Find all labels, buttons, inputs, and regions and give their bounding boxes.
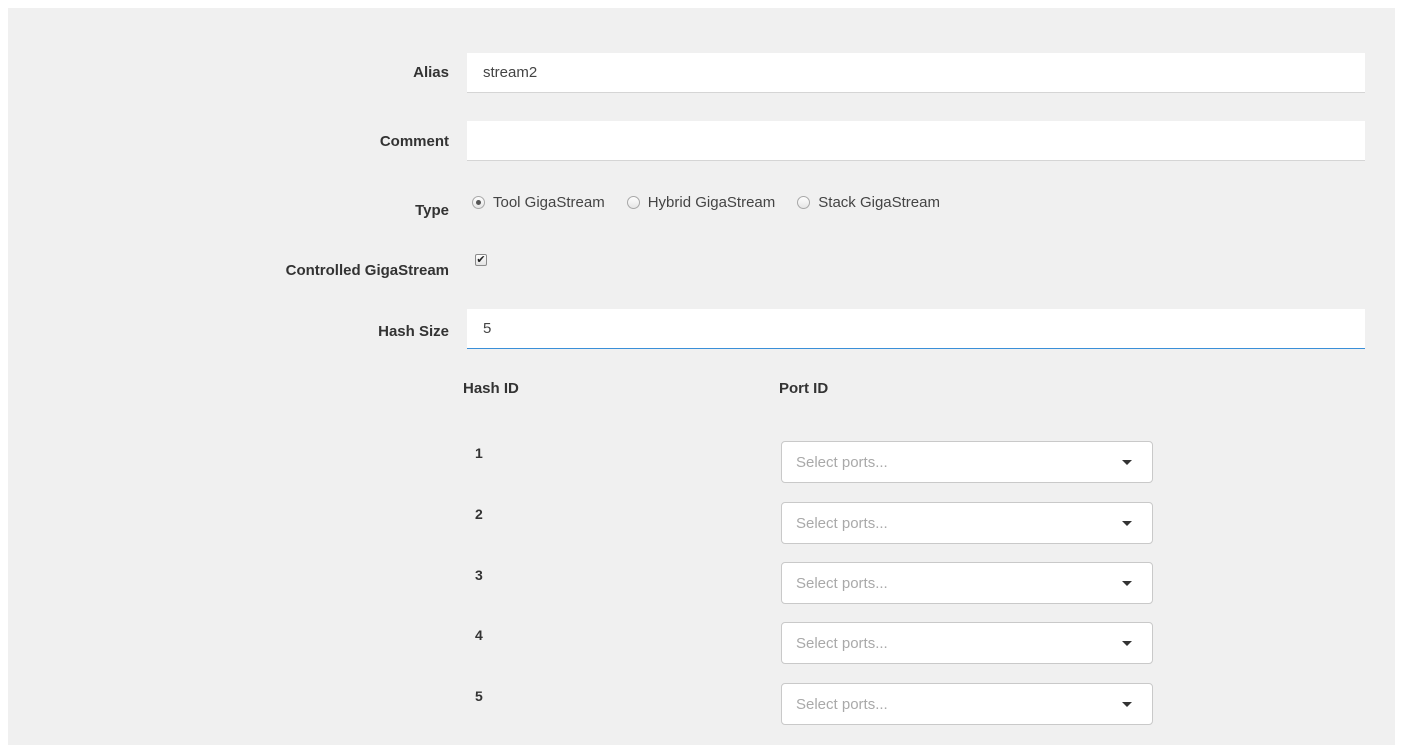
type-option-label: Hybrid GigaStream — [647, 194, 776, 211]
port-select-2[interactable]: Select ports... — [781, 502, 1153, 544]
hash-id-header: Hash ID — [463, 380, 519, 397]
radio-checked-icon[interactable] — [472, 196, 485, 209]
alias-input[interactable] — [467, 53, 1365, 93]
hash-size-input[interactable] — [467, 309, 1365, 349]
select-placeholder: Select ports... — [796, 635, 888, 652]
controlled-gigastream-checkbox[interactable]: ✔ — [475, 254, 487, 266]
type-radio-group: Tool GigaStream Hybrid GigaStream Stack … — [472, 194, 962, 211]
checkmark-icon: ✔ — [476, 254, 486, 266]
type-option-hybrid[interactable]: Hybrid GigaStream — [626, 194, 776, 211]
controlled-gigastream-label: Controlled GigaStream — [285, 262, 449, 279]
hash-id-value: 1 — [475, 445, 483, 461]
port-id-header: Port ID — [779, 380, 829, 397]
port-select-5[interactable]: Select ports... — [781, 683, 1153, 725]
select-placeholder: Select ports... — [796, 454, 888, 471]
caret-down-icon — [1122, 702, 1132, 707]
form-panel — [8, 8, 1395, 745]
caret-down-icon — [1122, 641, 1132, 646]
radio-unchecked-icon[interactable] — [797, 196, 811, 209]
hash-id-value: 2 — [475, 506, 483, 522]
type-option-tool[interactable]: Tool GigaStream — [472, 194, 605, 211]
port-select-1[interactable]: Select ports... — [781, 441, 1153, 483]
hash-size-label: Hash Size — [378, 323, 449, 340]
port-select-4[interactable]: Select ports... — [781, 622, 1153, 664]
radio-unchecked-icon[interactable] — [626, 196, 640, 209]
select-placeholder: Select ports... — [796, 696, 888, 713]
type-option-stack[interactable]: Stack GigaStream — [797, 194, 940, 211]
caret-down-icon — [1122, 460, 1132, 465]
port-select-3[interactable]: Select ports... — [781, 562, 1153, 604]
caret-down-icon — [1122, 581, 1132, 586]
hash-id-value: 3 — [475, 567, 483, 583]
select-placeholder: Select ports... — [796, 575, 888, 592]
alias-label: Alias — [413, 64, 449, 81]
type-option-label: Tool GigaStream — [493, 194, 605, 211]
hash-id-value: 5 — [475, 688, 483, 704]
caret-down-icon — [1122, 521, 1132, 526]
select-placeholder: Select ports... — [796, 515, 888, 532]
comment-label: Comment — [379, 133, 449, 150]
type-label: Type — [415, 202, 449, 219]
comment-input[interactable] — [467, 121, 1365, 161]
hash-id-value: 4 — [475, 627, 483, 643]
type-option-label: Stack GigaStream — [818, 194, 940, 211]
